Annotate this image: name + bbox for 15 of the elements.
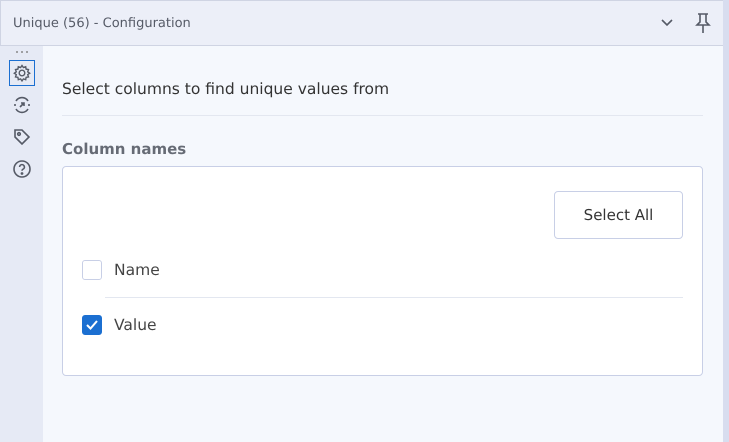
window-title: Unique (56) - Configuration xyxy=(13,16,192,30)
instruction-text: Select columns to find unique values from xyxy=(62,80,390,98)
checkbox[interactable] xyxy=(82,314,102,334)
more-icon[interactable] xyxy=(14,50,30,54)
help-icon xyxy=(12,159,32,179)
section-label: Column names xyxy=(62,140,188,158)
settings-icon xyxy=(12,63,32,83)
checkmark-icon xyxy=(85,318,99,332)
column-name: Name xyxy=(114,261,160,279)
circular-arrow-icon xyxy=(12,95,32,115)
column-name: Value xyxy=(114,316,157,334)
pin-icon[interactable] xyxy=(693,12,713,34)
tag-icon xyxy=(12,127,32,147)
select-all-button[interactable]: Select All xyxy=(554,191,683,239)
sidebar-tab[interactable] xyxy=(8,60,34,86)
